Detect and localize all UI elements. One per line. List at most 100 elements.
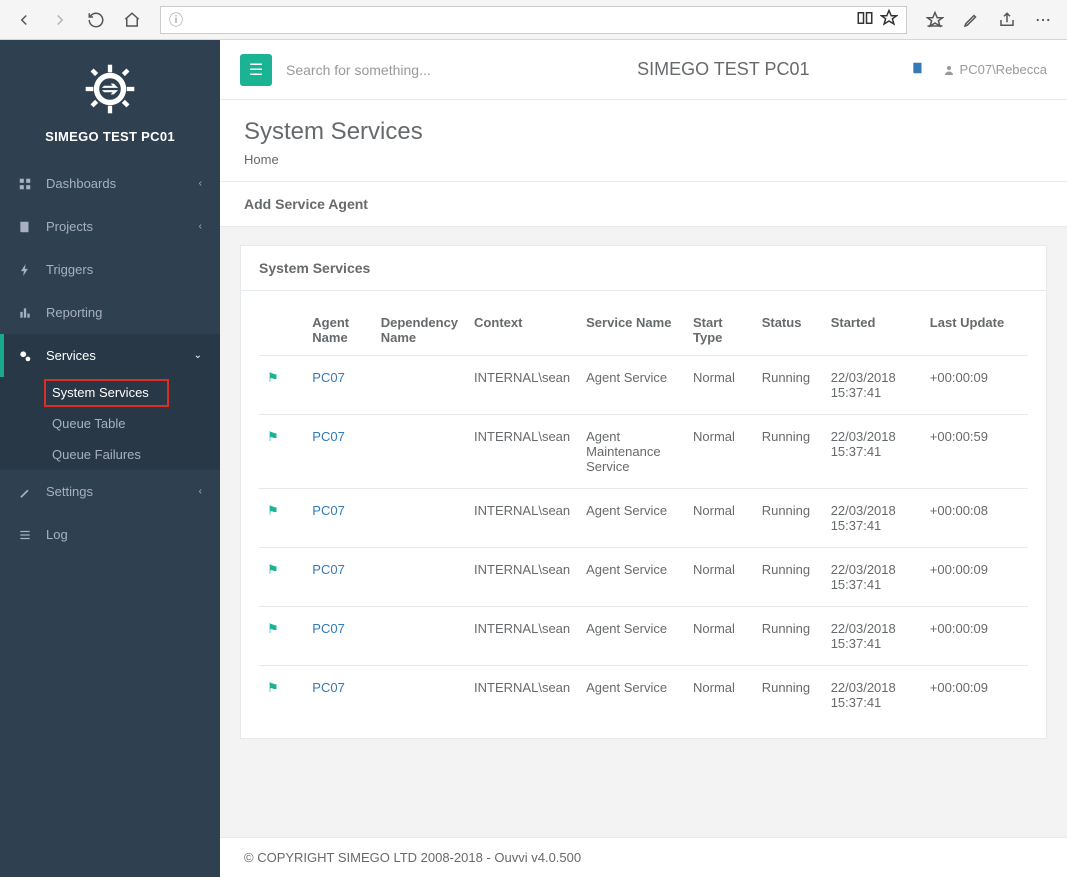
table-cell: Agent Service (578, 489, 685, 548)
sidebar: SIMEGO TEST PC01 Dashboards ‹ Projects ‹… (0, 40, 220, 877)
user-label[interactable]: PC07\Rebecca (943, 62, 1047, 77)
table-cell: INTERNAL\sean (466, 666, 578, 725)
table-header: Dependency Name (373, 305, 466, 356)
sidebar-sub-queue-table[interactable]: Queue Table (0, 408, 220, 439)
favorite-icon[interactable] (880, 9, 898, 30)
sidebar-item-label: Reporting (46, 305, 102, 320)
table-cell: 22/03/2018 15:37:41 (823, 607, 922, 666)
home-button[interactable] (116, 4, 148, 36)
page-header: System Services Home (220, 100, 1067, 182)
table-cell: PC07 (304, 666, 372, 725)
table-cell: PC07 (304, 548, 372, 607)
sidebar-item-label: Triggers (46, 262, 93, 277)
table-cell: PC07 (304, 356, 372, 415)
add-service-agent-link[interactable]: Add Service Agent (244, 196, 368, 212)
table-row[interactable]: ⚑PC07INTERNAL\seanAgent ServiceNormalRun… (259, 489, 1028, 548)
sidebar-item-services[interactable]: Services ⌄ (0, 334, 220, 377)
table-cell (373, 548, 466, 607)
table-cell: +00:00:08 (922, 489, 1028, 548)
table-cell: ⚑ (259, 489, 304, 548)
services-table: Agent NameDependency NameContextService … (259, 305, 1028, 724)
table-cell: PC07 (304, 607, 372, 666)
agent-link[interactable]: PC07 (312, 621, 345, 636)
share-icon[interactable] (991, 4, 1023, 36)
table-cell: Agent Maintenance Service (578, 415, 685, 489)
table-cell (373, 666, 466, 725)
sidebar-item-triggers[interactable]: Triggers (0, 248, 220, 291)
table-row[interactable]: ⚑PC07INTERNAL\seanAgent Maintenance Serv… (259, 415, 1028, 489)
table-cell: +00:00:09 (922, 607, 1028, 666)
agent-link[interactable]: PC07 (312, 503, 345, 518)
sidebar-title: SIMEGO TEST PC01 (10, 129, 210, 144)
search-input[interactable] (286, 62, 536, 78)
table-cell: 22/03/2018 15:37:41 (823, 548, 922, 607)
action-bar: Add Service Agent (220, 182, 1067, 227)
table-row[interactable]: ⚑PC07INTERNAL\seanAgent ServiceNormalRun… (259, 666, 1028, 725)
chevron-down-icon: ⌄ (194, 350, 202, 361)
table-cell: Running (754, 666, 823, 725)
forward-button[interactable] (44, 4, 76, 36)
panel-title: System Services (241, 246, 1046, 291)
chart-icon (18, 306, 36, 320)
table-cell: Agent Service (578, 607, 685, 666)
page-title: System Services (244, 118, 1043, 146)
flag-icon: ⚑ (267, 562, 279, 577)
table-cell: +00:00:59 (922, 415, 1028, 489)
table-cell (373, 489, 466, 548)
table-cell: Running (754, 489, 823, 548)
table-header: Last Update (922, 305, 1028, 356)
table-cell: Normal (685, 356, 754, 415)
logo-icon (83, 62, 137, 116)
agent-link[interactable]: PC07 (312, 680, 345, 695)
agent-link[interactable]: PC07 (312, 562, 345, 577)
sidebar-header: SIMEGO TEST PC01 (0, 40, 220, 162)
grid-icon (18, 177, 36, 191)
topbar: ☰ SIMEGO TEST PC01 PC07\Rebecca (220, 40, 1067, 100)
agent-link[interactable]: PC07 (312, 429, 345, 444)
flag-icon: ⚑ (267, 503, 279, 518)
agent-link[interactable]: PC07 (312, 370, 345, 385)
refresh-button[interactable] (80, 4, 112, 36)
table-row[interactable]: ⚑PC07INTERNAL\seanAgent ServiceNormalRun… (259, 607, 1028, 666)
flag-icon: ⚑ (267, 621, 279, 636)
table-cell: ⚑ (259, 356, 304, 415)
reading-view-icon[interactable] (856, 9, 874, 30)
user-icon (943, 64, 955, 76)
browser-toolbar: ⓘ (0, 0, 1067, 40)
sidebar-item-dashboards[interactable]: Dashboards ‹ (0, 162, 220, 205)
sidebar-sub-system-services[interactable]: System Services (0, 377, 220, 408)
chevron-left-icon: ‹ (199, 221, 202, 232)
table-cell: ⚑ (259, 548, 304, 607)
book-icon (18, 220, 36, 234)
sidebar-item-label: Projects (46, 219, 93, 234)
table-row[interactable]: ⚑PC07INTERNAL\seanAgent ServiceNormalRun… (259, 356, 1028, 415)
more-icon[interactable] (1027, 4, 1059, 36)
table-row[interactable]: ⚑PC07INTERNAL\seanAgent ServiceNormalRun… (259, 548, 1028, 607)
flag-icon: ⚑ (267, 680, 279, 695)
sidebar-item-label: Dashboards (46, 176, 116, 191)
docs-icon[interactable] (911, 61, 925, 78)
panel-system-services: System Services Agent NameDependency Nam… (240, 245, 1047, 739)
sidebar-item-reporting[interactable]: Reporting (0, 291, 220, 334)
table-cell: 22/03/2018 15:37:41 (823, 489, 922, 548)
table-cell: 22/03/2018 15:37:41 (823, 356, 922, 415)
table-cell: ⚑ (259, 666, 304, 725)
flag-icon: ⚑ (267, 429, 279, 444)
sidebar-item-log[interactable]: Log (0, 513, 220, 556)
table-header: Started (823, 305, 922, 356)
sidebar-item-projects[interactable]: Projects ‹ (0, 205, 220, 248)
sidebar-sub-queue-failures[interactable]: Queue Failures (0, 439, 220, 470)
main-content: ☰ SIMEGO TEST PC01 PC07\Rebecca System S… (220, 40, 1067, 877)
notes-icon[interactable] (955, 4, 987, 36)
table-cell: Normal (685, 607, 754, 666)
table-header: Context (466, 305, 578, 356)
table-cell: Running (754, 415, 823, 489)
favorites-hub-icon[interactable] (919, 4, 951, 36)
address-bar[interactable]: ⓘ (160, 6, 907, 34)
table-cell: 22/03/2018 15:37:41 (823, 666, 922, 725)
sidebar-item-settings[interactable]: Settings ‹ (0, 470, 220, 513)
back-button[interactable] (8, 4, 40, 36)
menu-toggle-button[interactable]: ☰ (240, 54, 272, 86)
breadcrumb[interactable]: Home (244, 152, 1043, 167)
table-cell: INTERNAL\sean (466, 356, 578, 415)
